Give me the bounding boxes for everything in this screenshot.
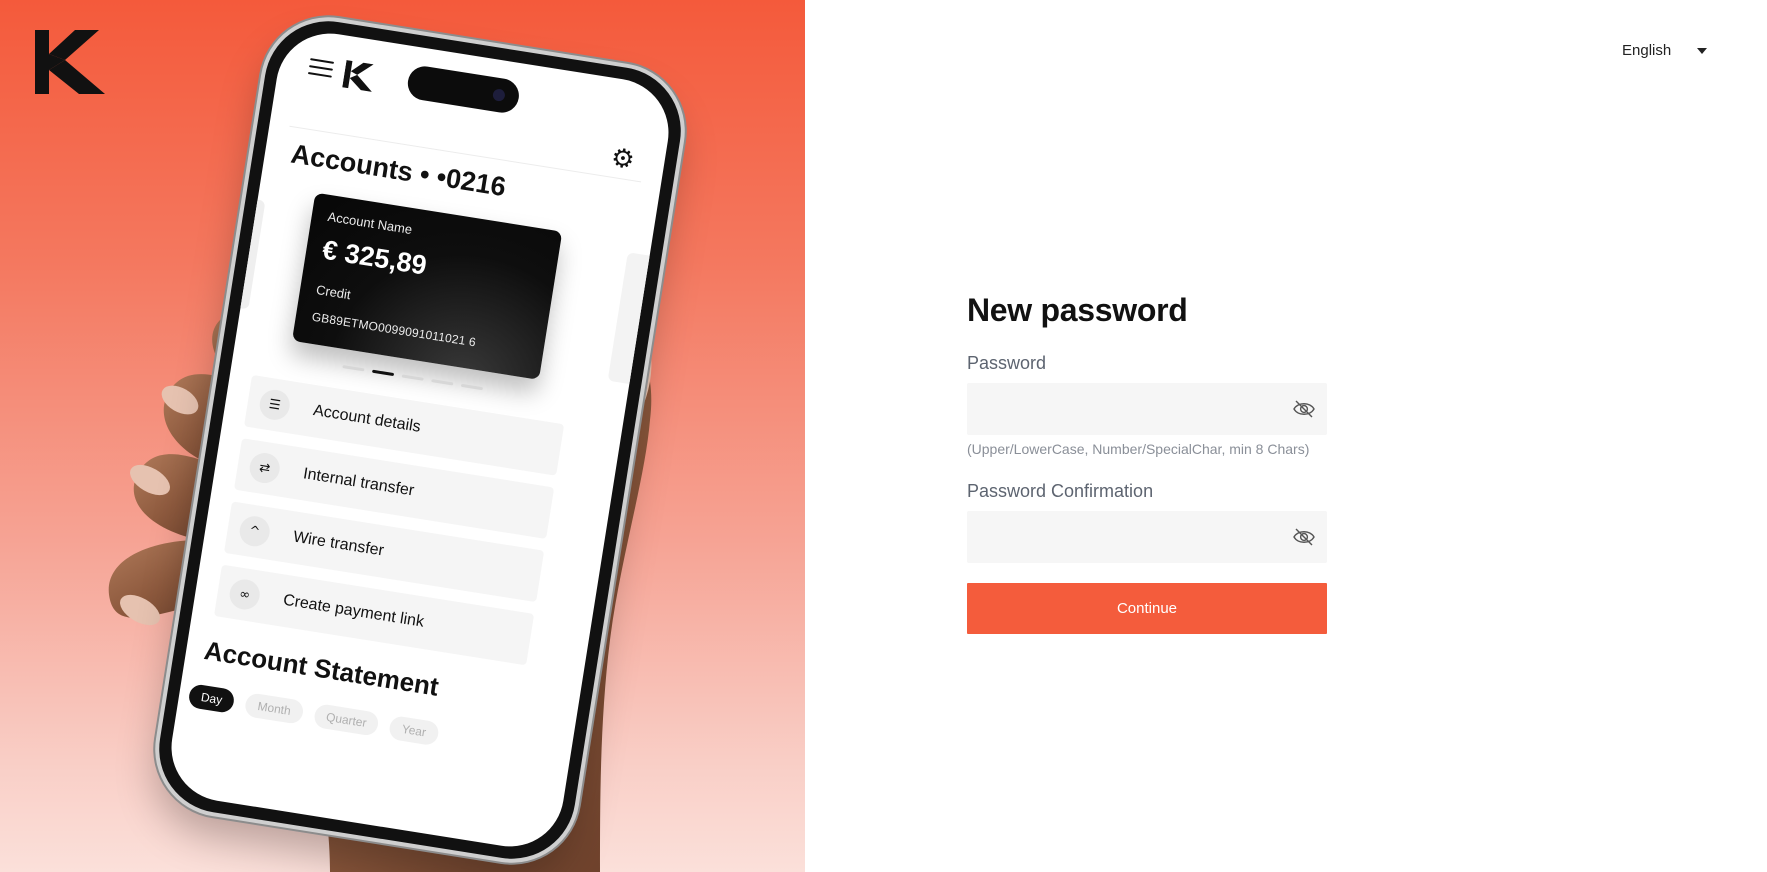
camera-icon — [492, 88, 506, 102]
chevron-down-icon — [1697, 47, 1708, 54]
period-quarter: Quarter — [312, 703, 381, 737]
confirmation-field-wrap — [967, 511, 1327, 563]
password-label: Password — [967, 353, 1047, 373]
password-confirmation-label: Password Confirmation — [967, 481, 1154, 501]
account-actions: ☰ Account details ⇄ Internal transfer ^ … — [212, 374, 565, 677]
hamburger-menu-icon — [307, 58, 335, 82]
eye-slash-icon[interactable] — [1293, 399, 1315, 419]
action-label: Internal transfer — [301, 465, 416, 500]
action-label: Create payment link — [281, 591, 426, 631]
list-icon: ☰ — [257, 387, 292, 423]
period-day: Day — [187, 683, 236, 714]
k-logo-icon — [342, 60, 374, 92]
card-iban: GB89ETMO0099091011021 6 — [310, 309, 477, 350]
password-field-wrap — [967, 383, 1327, 435]
card-amount: € 325,89 — [320, 234, 429, 281]
card-type: Credit — [315, 282, 352, 303]
new-password-form: New password Password (Upper/LowerCase, … — [967, 292, 1327, 634]
language-label: English — [1622, 42, 1672, 59]
action-label: Wire transfer — [291, 528, 386, 560]
action-label: Account details — [311, 402, 422, 436]
continue-button[interactable]: Continue — [967, 583, 1327, 634]
transfer-arrows-icon: ⇄ — [247, 450, 282, 486]
account-card: Account Name € 325,89 Credit GB89ETMO009… — [291, 192, 563, 380]
dynamic-island — [405, 63, 522, 116]
link-icon: ∞ — [227, 577, 262, 612]
password-field-group: Password (Upper/LowerCase, Number/Specia… — [967, 353, 1327, 457]
page-title: New password — [967, 292, 1188, 328]
language-selector[interactable]: English — [1622, 42, 1708, 59]
password-confirmation-input[interactable] — [967, 511, 1327, 563]
confirmation-field-group: Password Confirmation — [967, 481, 1327, 563]
eye-slash-icon[interactable] — [1293, 527, 1315, 547]
period-month: Month — [244, 692, 305, 725]
carousel-dots — [342, 364, 484, 391]
password-hint: (Upper/LowerCase, Number/SpecialChar, mi… — [967, 441, 1310, 457]
gear-icon: ⚙ — [608, 142, 637, 176]
hero-panel: ⚙ Accounts • •0216 Account Name € 325,89… — [0, 0, 805, 872]
period-year: Year — [388, 715, 440, 747]
password-input[interactable] — [967, 383, 1327, 435]
caret-up-icon: ^ — [237, 514, 272, 549]
card-account-name: Account Name — [326, 208, 414, 238]
